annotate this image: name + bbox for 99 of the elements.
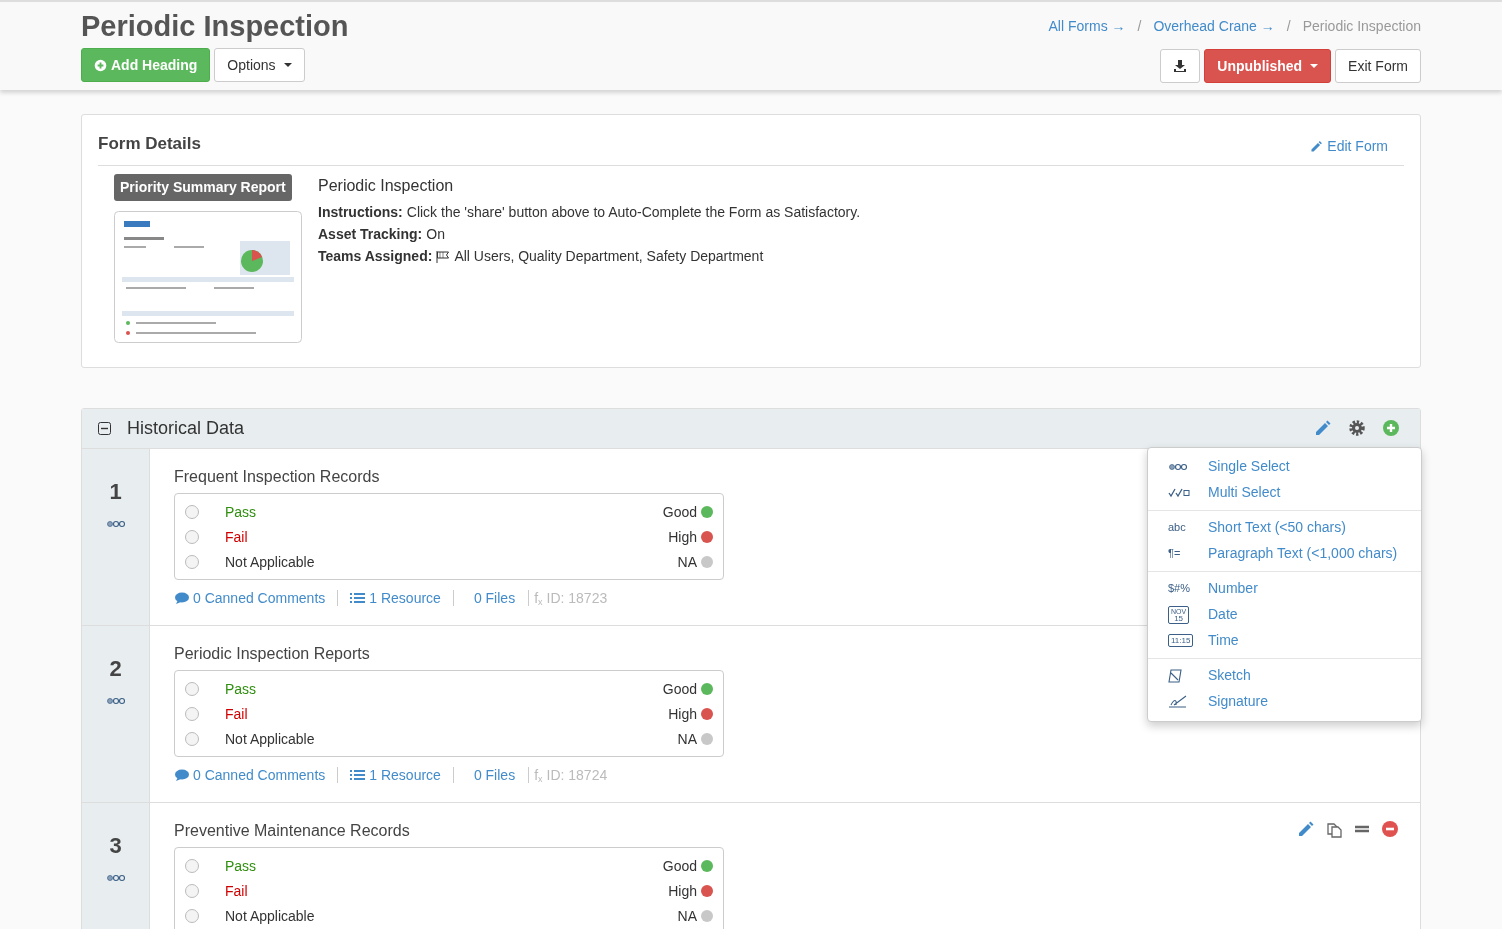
radio-button[interactable] xyxy=(185,682,199,696)
download-button[interactable] xyxy=(1160,49,1201,83)
radio-button[interactable] xyxy=(185,859,199,873)
radio-button[interactable] xyxy=(185,707,199,721)
detail-value: Click the 'share' button above to Auto-Complete the Form as Satisfactory. xyxy=(406,203,861,222)
option-label: Fail xyxy=(225,881,248,901)
detail-label: Teams Assigned: xyxy=(318,247,433,266)
card-title: Form Details xyxy=(98,133,201,155)
canned-comments-link[interactable]: 0 Canned Comments xyxy=(174,764,326,786)
menu-item-glyph: ¶= xyxy=(1168,546,1181,562)
rating-label: Good xyxy=(662,856,697,876)
menu-item[interactable]: 11:15 Time xyxy=(1148,627,1421,654)
exit-form-button[interactable]: Exit Form xyxy=(1335,49,1421,83)
menu-item[interactable]: $#% Number xyxy=(1148,575,1421,602)
formula-icon: f$_{x}$ xyxy=(534,764,543,786)
pencil-icon xyxy=(1310,139,1324,153)
files-link[interactable]: 0 Files xyxy=(473,764,516,786)
files-link[interactable]: 0 Files xyxy=(473,587,516,609)
question-title: Preventive Maintenance Records xyxy=(174,820,410,841)
question-id: ID: 18723 xyxy=(546,588,608,608)
formula-icon: f$_{x}$ xyxy=(534,587,543,609)
time-icon: 11:15 xyxy=(1168,634,1194,647)
question-id: ID: 18724 xyxy=(546,765,608,785)
question-title: Periodic Inspection Reports xyxy=(174,643,370,664)
rating-label: Good xyxy=(662,502,697,522)
delete-icon[interactable] xyxy=(1380,819,1400,838)
radio-button[interactable] xyxy=(185,884,199,898)
add-icon[interactable] xyxy=(1382,419,1400,437)
option-label: Not Applicable xyxy=(225,906,315,926)
breadcrumb-link[interactable]: All Forms → xyxy=(1048,16,1126,37)
options-button[interactable]: Options xyxy=(214,48,305,82)
rating-label: NA xyxy=(677,906,697,926)
rating-label: High xyxy=(668,527,697,547)
option-label: Pass xyxy=(225,856,257,876)
list-icon xyxy=(350,592,366,604)
option-label: Pass xyxy=(225,679,257,699)
breadcrumb-separator: / xyxy=(1286,17,1291,36)
option-label: Not Applicable xyxy=(225,729,315,749)
radio-button[interactable] xyxy=(185,505,199,519)
sketch-pad-icon xyxy=(1168,668,1182,683)
rating-label: High xyxy=(668,881,697,901)
detail-value: On xyxy=(426,225,445,244)
menu-item[interactable]: Sketch xyxy=(1148,662,1421,689)
resource-link[interactable]: 1 Resource xyxy=(350,587,441,609)
status-button[interactable]: Unpublished xyxy=(1204,49,1332,83)
radio-button[interactable] xyxy=(185,555,199,569)
rating-label: NA xyxy=(677,552,697,572)
option-label: Not Applicable xyxy=(225,552,315,572)
single-select-icon xyxy=(1168,462,1188,471)
checkmarks-icon xyxy=(1168,487,1190,498)
menu-item[interactable]: Multi Select xyxy=(1148,479,1421,506)
edit-form-link[interactable]: Edit Form xyxy=(1310,135,1388,157)
rating-label: NA xyxy=(677,729,697,749)
option-label: Pass xyxy=(225,502,257,522)
single-select-icon xyxy=(105,519,126,528)
detail-value: All Users, Quality Department, Safety Department xyxy=(454,247,764,266)
menu-item-glyph: abc xyxy=(1168,520,1186,536)
question-number: 2 xyxy=(109,654,122,683)
rating-label: Good xyxy=(662,679,697,699)
plus-circle-icon xyxy=(94,58,107,72)
list-icon xyxy=(350,769,366,781)
speech-bubble-icon xyxy=(174,591,189,605)
download-icon xyxy=(1173,59,1188,73)
caret-icon xyxy=(1310,64,1319,68)
canned-comments-link[interactable]: 0 Canned Comments xyxy=(174,587,326,609)
question-title: Frequent Inspection Records xyxy=(174,466,380,487)
breadcrumb-current: Periodic Inspection xyxy=(1302,17,1421,36)
menu-item[interactable]: abc Short Text (<50 chars) xyxy=(1148,514,1421,541)
radio-button[interactable] xyxy=(185,732,199,746)
menu-item[interactable]: ¶= Paragraph Text (<1,000 chars) xyxy=(1148,540,1421,567)
pencil-icon[interactable] xyxy=(1314,419,1332,437)
radio-button[interactable] xyxy=(185,530,199,544)
settings-icon[interactable] xyxy=(1348,419,1366,437)
menu-item[interactable]: Single Select xyxy=(1148,453,1421,480)
report-badge: Priority Summary Report xyxy=(114,173,292,201)
detail-label: Asset Tracking: xyxy=(318,225,423,244)
form-name: Periodic Inspection xyxy=(318,175,455,196)
option-label: Fail xyxy=(225,527,248,547)
breadcrumb-link[interactable]: Overhead Crane → xyxy=(1153,16,1275,37)
speech-bubble-icon xyxy=(174,768,189,782)
question-number: 3 xyxy=(109,831,122,860)
menu-item-glyph: $#% xyxy=(1168,581,1191,597)
radio-button[interactable] xyxy=(185,909,199,923)
page-title: Periodic Inspection xyxy=(81,9,349,44)
question-number: 1 xyxy=(109,477,122,506)
single-select-icon xyxy=(105,696,126,705)
single-select-icon xyxy=(105,873,126,882)
add-heading-button[interactable]: Add Heading xyxy=(81,48,211,82)
caret-icon xyxy=(283,63,292,67)
section-title: Historical Data xyxy=(127,416,245,440)
collapse-icon[interactable] xyxy=(98,421,111,435)
menu-item[interactable]: Signature xyxy=(1148,688,1421,715)
detail-label: Instructions: xyxy=(318,203,403,222)
breadcrumb-separator: / xyxy=(1137,17,1142,36)
pencil-icon[interactable] xyxy=(1296,819,1316,838)
rating-label: High xyxy=(668,704,697,724)
resource-link[interactable]: 1 Resource xyxy=(350,764,441,786)
signature-pen-icon xyxy=(1168,694,1188,709)
option-label: Fail xyxy=(225,704,248,724)
